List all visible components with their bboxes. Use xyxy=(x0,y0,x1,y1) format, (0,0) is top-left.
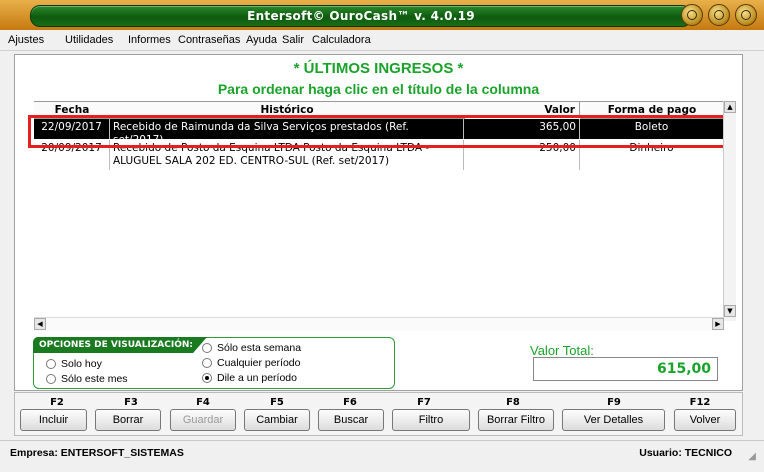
scroll-down-icon[interactable]: ▼ xyxy=(724,305,736,317)
status-bar: Empresa: ENTERSOFT_SISTEMAS Usuario: TEC… xyxy=(0,440,764,472)
fkey-label: F7 xyxy=(417,397,431,408)
radio-icon xyxy=(46,359,56,370)
radio-icon xyxy=(202,343,212,354)
fkey-label: F5 xyxy=(270,397,284,408)
radio-label: Sólo esta semana xyxy=(217,342,302,354)
resize-grip-icon[interactable]: ◢ xyxy=(748,451,756,462)
title-bar[interactable]: Entersoft© OuroCash™ v. 4.0.19 xyxy=(0,0,764,30)
radio-label: Dile a un período xyxy=(217,372,297,384)
radio-solo-hoy[interactable]: Solo hoy xyxy=(46,358,102,370)
highlight-box xyxy=(28,115,734,148)
close-button[interactable] xyxy=(735,4,757,26)
total-field: 615,00 xyxy=(533,357,718,381)
radio-solo-esta-semana[interactable]: Sólo esta semana xyxy=(202,342,301,354)
title-pill: Entersoft© OuroCash™ v. 4.0.19 xyxy=(30,5,692,27)
page-title: * ÚLTIMOS INGRESOS * xyxy=(293,60,464,77)
minimize-button[interactable] xyxy=(681,4,703,26)
view-options-label: OPCIONES DE VISUALIZACIÓN: xyxy=(33,337,208,353)
menu-calculadora[interactable]: Calculadora xyxy=(312,34,371,46)
scroll-up-icon[interactable]: ▲ xyxy=(724,101,736,113)
fkey-label: F9 xyxy=(607,397,621,408)
radio-cualquier-periodo[interactable]: Cualquier período xyxy=(202,357,300,369)
buscar-button[interactable]: Buscar xyxy=(318,409,384,431)
fkey-label: F6 xyxy=(343,397,357,408)
usuario-status: Usuario: TECNICO xyxy=(639,447,732,459)
maximize-button[interactable] xyxy=(708,4,730,26)
total-label: Valor Total: xyxy=(530,343,594,358)
window-title: Entersoft© OuroCash™ v. 4.0.19 xyxy=(247,9,475,23)
vertical-scrollbar[interactable]: ▲ ▼ xyxy=(723,101,736,321)
menu-ayuda[interactable]: Ayuda xyxy=(246,34,277,46)
radio-icon xyxy=(46,374,56,385)
menu-utilidades[interactable]: Utilidades xyxy=(65,34,113,46)
volver-button[interactable]: Volver xyxy=(674,409,736,431)
filtro-button[interactable]: Filtro xyxy=(392,409,470,431)
menu-bar: Ajustes Utilidades Informes Contraseñas … xyxy=(0,30,764,51)
minimize-icon xyxy=(687,10,697,20)
incluir-button[interactable]: Incluir xyxy=(20,409,87,431)
page-subtitle: Para ordenar haga clic en el título de l… xyxy=(217,81,540,97)
fkey-label: F2 xyxy=(50,397,64,408)
radio-icon xyxy=(202,358,212,369)
guardar-button[interactable]: Guardar xyxy=(170,409,236,431)
radio-label: Sólo este mes xyxy=(61,373,128,385)
ver-detalles-button[interactable]: Ver Detalles xyxy=(562,409,665,431)
main-panel: * ÚLTIMOS INGRESOS * Para ordenar haga c… xyxy=(14,54,743,391)
menu-contrasenas[interactable]: Contraseñas xyxy=(178,34,240,46)
close-icon xyxy=(741,10,751,20)
fkey-label: F8 xyxy=(506,397,520,408)
scroll-left-icon[interactable]: ◀ xyxy=(34,318,46,330)
fkey-label: F12 xyxy=(689,397,711,408)
menu-salir[interactable]: Salir xyxy=(282,34,304,46)
horizontal-scrollbar[interactable]: ◀ ▶ xyxy=(34,317,724,331)
borrar-filtro-button[interactable]: Borrar Filtro xyxy=(478,409,554,431)
radio-dile-un-periodo[interactable]: Dile a un período xyxy=(202,372,297,384)
menu-ajustes[interactable]: Ajustes xyxy=(8,34,44,46)
borrar-button[interactable]: Borrar xyxy=(95,409,161,431)
radio-solo-este-mes[interactable]: Sólo este mes xyxy=(46,373,128,385)
radio-icon xyxy=(202,373,212,384)
fkey-label: F3 xyxy=(124,397,138,408)
scroll-right-icon[interactable]: ▶ xyxy=(712,318,724,330)
radio-label: Solo hoy xyxy=(61,358,102,370)
menu-informes[interactable]: Informes xyxy=(128,34,171,46)
view-options-group: OPCIONES DE VISUALIZACIÓN: Solo hoy Sólo… xyxy=(33,337,395,389)
total-value: 615,00 xyxy=(656,361,711,377)
maximize-icon xyxy=(714,10,724,20)
radio-label: Cualquier período xyxy=(217,357,301,369)
fkey-label: F4 xyxy=(196,397,210,408)
empresa-status: Empresa: ENTERSOFT_SISTEMAS xyxy=(10,447,184,459)
cambiar-button[interactable]: Cambiar xyxy=(244,409,310,431)
